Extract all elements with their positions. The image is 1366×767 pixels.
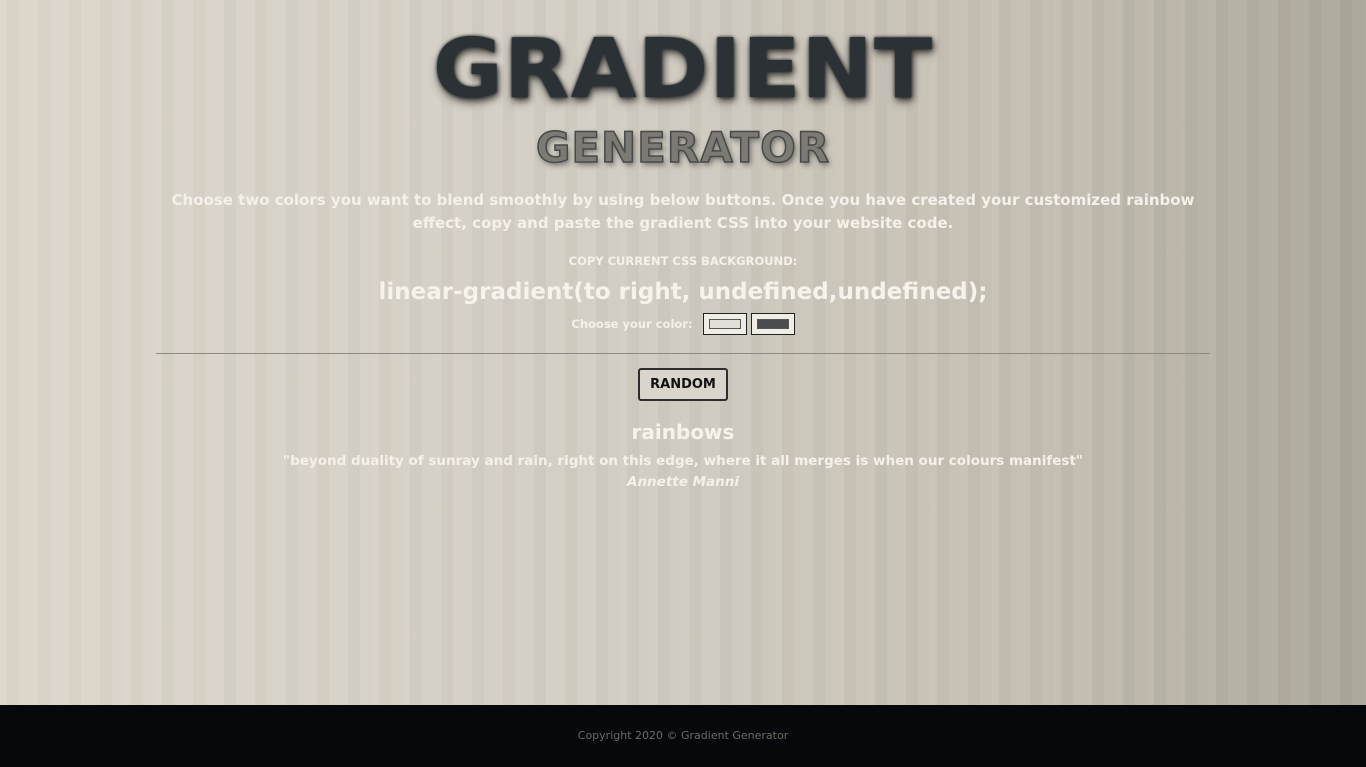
intro-text: Choose two colors you want to blend smoo… — [171, 191, 1195, 232]
copy-css-label: COPY CURRENT CSS BACKGROUND: — [568, 254, 798, 268]
main-content: GRADIENT GENERATOR Choose two colors you… — [0, 0, 1366, 705]
color-input-1[interactable] — [702, 313, 747, 335]
footer-copyright: Copyright 2020 © Gradient Generator — [577, 729, 789, 742]
quote-author: Annette Manni — [627, 474, 739, 490]
page: GRADIENT GENERATOR Choose two colors you… — [0, 0, 1366, 767]
quote-text: "beyond duality of sunray and rain, righ… — [283, 453, 1083, 469]
color-picker-row: Choose your color: — [0, 313, 1366, 335]
footer: Copyright 2020 © Gradient Generator — [0, 705, 1366, 767]
quote-title: rainbows — [631, 420, 735, 444]
color-2-swatch — [756, 319, 789, 329]
color-1-swatch — [708, 319, 741, 329]
color-picker-label: Choose your color: — [571, 317, 693, 331]
page-title: GRADIENT — [432, 22, 934, 117]
divider — [156, 353, 1210, 354]
page-subtitle: GENERATOR — [535, 122, 831, 173]
css-output[interactable]: linear-gradient(to right, undefined,unde… — [0, 276, 1366, 308]
color-input-2[interactable] — [750, 313, 795, 335]
random-button[interactable]: RANDOM — [638, 368, 728, 401]
